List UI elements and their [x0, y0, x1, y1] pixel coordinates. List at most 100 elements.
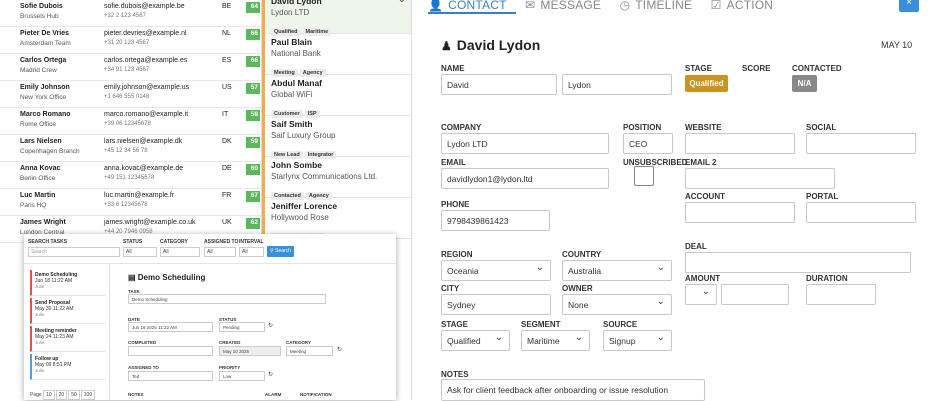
task-name-input[interactable]: Demo Scheduling [128, 294, 326, 304]
search-tasks-label: SEARCH TASKS [28, 239, 68, 245]
email2-input[interactable] [685, 168, 835, 189]
lead-item[interactable]: Jeniffer LorenceHollywood RoseNew LeadHo… [265, 198, 411, 241]
page-size-option[interactable]: 10 [43, 390, 55, 400]
table-row[interactable]: Pieter De Vries Amsterdam Team pieter.devr… [0, 27, 261, 54]
interval-filter-select[interactable]: All [239, 247, 264, 257]
lead-item[interactable]: Abdul Manaf Global WiFi Customer ISP [265, 75, 411, 118]
social-input[interactable] [806, 133, 916, 154]
task-date-input[interactable]: Jun 18 2025 11:22 AM [128, 322, 213, 332]
name-label: NAME [441, 64, 465, 73]
page-size-option[interactable]: 20 [55, 390, 68, 400]
table-row[interactable]: Marco Romano Rome Office marco.romano@exam… [0, 108, 261, 135]
region-select[interactable]: Oceania [441, 260, 551, 281]
contact-name: Emily Johnson [20, 84, 70, 91]
duration-input[interactable] [806, 284, 876, 305]
lead-company: Global WiFi [271, 90, 313, 99]
task-search-input[interactable]: Search [28, 247, 120, 257]
task-pager: Page 10 20 50 100 [30, 390, 96, 400]
source-select[interactable]: Signup [603, 330, 672, 351]
contact-email: pieter.devries@example.nl [104, 30, 187, 37]
contact-office: Brussels Hub [20, 13, 59, 20]
category-filter-select[interactable]: All [160, 247, 200, 257]
task-status-select[interactable]: Pending [219, 322, 265, 332]
tab-message[interactable]: ✉ MESSAGE [525, 0, 601, 12]
segment-select[interactable]: Maritime [521, 330, 590, 351]
owner-select[interactable]: None [562, 294, 672, 315]
company-label: COMPANY [441, 123, 482, 132]
lead-item[interactable]: Paul Blain National Bank Meeting Agency [265, 34, 411, 77]
tab-action[interactable]: ☑ ACTION [711, 0, 774, 12]
close-button[interactable]: × [899, 0, 919, 12]
last-name-input[interactable]: Lydon [562, 74, 672, 95]
page-size-option[interactable]: 100 [80, 390, 96, 400]
refresh-icon[interactable]: ↻ [268, 371, 273, 378]
task-item[interactable]: Meeting reminder May 24 11:23 AM Julie [30, 326, 106, 352]
contact-country: ES [222, 57, 232, 64]
contact-country: DK [222, 138, 232, 145]
task-item[interactable]: Demo Scheduling Jun 18 11:22 AM Julie [30, 270, 106, 296]
lead-item[interactable]: Saif Smith Saif Luxury Group New Lead Integ… [265, 116, 411, 159]
portal-input[interactable] [806, 202, 916, 223]
refresh-icon[interactable]: ↻ [337, 346, 342, 353]
email-input[interactable]: davidlydon1@lydon.ltd [441, 168, 609, 189]
tab-timeline-label: TIMELINE [635, 0, 693, 12]
currency-select[interactable] [685, 284, 717, 305]
task-assigned-select[interactable]: Ted [128, 371, 213, 381]
task-detail-title: ▤ Demo Scheduling [128, 273, 205, 282]
contact-phone: +32 2 123 4567 [104, 13, 146, 19]
phone-input[interactable]: 9798439861423 [441, 210, 550, 231]
contact-country: DE [222, 165, 232, 172]
account-input[interactable] [685, 202, 795, 223]
task-item[interactable]: Send Proposal May 30 11:22 AM Julie [30, 298, 106, 324]
task-completed-input[interactable] [128, 346, 213, 356]
refresh-icon[interactable]: ↻ [268, 322, 273, 329]
amount-input[interactable] [721, 284, 789, 305]
unsubscribed-checkbox[interactable] [634, 166, 654, 186]
website-input[interactable] [685, 133, 795, 154]
assigned-filter-select[interactable]: All [204, 247, 236, 257]
contact-name: Carlos Ortega [20, 57, 67, 64]
task-search-button[interactable]: ⚲ Search [267, 246, 294, 257]
social-label: SOCIAL [806, 123, 837, 132]
deal-input[interactable] [685, 252, 911, 273]
lead-item[interactable]: David Lydon Lydon LTD Qualified Maritime [265, 0, 411, 36]
first-name-input[interactable]: David [441, 74, 557, 95]
table-row[interactable]: Emily Johnson New York Office emily.johnso… [0, 81, 261, 108]
company-input[interactable]: Lydon LTD [441, 133, 609, 154]
country-select[interactable]: Australia [562, 260, 672, 281]
table-row[interactable]: Lars Nielsen Copenhagen Branch lars.nielse… [0, 135, 261, 162]
table-row[interactable]: Luc Martin Paris HQ luc.martin@example.fr +… [0, 189, 261, 216]
score-badge: 58 [246, 110, 260, 121]
contacts-table: Sofie Dubois Brussels Hub sofie.dubois@exa… [0, 0, 262, 268]
country-label: COUNTRY [562, 250, 602, 259]
table-row[interactable]: Sofie Dubois Brussels Hub sofie.dubois@exa… [0, 0, 261, 27]
score-badge: 62 [246, 218, 260, 229]
position-input[interactable]: CEO [623, 133, 673, 154]
city-input[interactable]: Sydney [441, 294, 551, 315]
score-badge: 67 [246, 191, 260, 202]
contact-email: carlos.ortega@example.es [104, 57, 188, 64]
duration-label: DURATION [806, 274, 848, 283]
contact-country: FR [222, 192, 232, 199]
contact-office: Amsterdam Team [20, 40, 71, 47]
lead-item[interactable]: John Sombe Starlynx Communications Ltd. Co… [265, 157, 411, 200]
task-notification-label: NOTIFICATION [300, 392, 332, 397]
status-filter-select[interactable]: All [123, 247, 157, 257]
task-item[interactable]: Follow up May 09 8:51 PM Julie [30, 354, 106, 380]
stage-select[interactable]: Qualified [441, 330, 510, 351]
tab-timeline[interactable]: ◷ TIMELINE [620, 0, 693, 12]
task-category-select[interactable]: Meeting [286, 346, 333, 356]
task-priority-label: PRIORITY [219, 365, 241, 370]
stage2-label: STAGE [441, 320, 468, 329]
task-priority-select[interactable]: Low [219, 371, 265, 381]
tab-contact[interactable]: 👤 CONTACT [428, 0, 507, 12]
table-row[interactable]: Anna Kovac Berlin Office anna.kovac@exampl… [0, 162, 261, 189]
phone-label: PHONE [441, 200, 470, 209]
page-size-option[interactable]: 50 [68, 390, 80, 400]
contact-office: Paris HQ [20, 202, 47, 209]
category-filter-label: CATEGORY [160, 239, 188, 245]
contact-country: US [222, 84, 232, 91]
contact-name: Luc Martin [20, 192, 56, 199]
table-row[interactable]: Carlos Ortega Madrid Crew carlos.ortega@ex… [0, 54, 261, 81]
notes-textarea[interactable]: Ask for client feedback after onboarding… [441, 379, 705, 401]
